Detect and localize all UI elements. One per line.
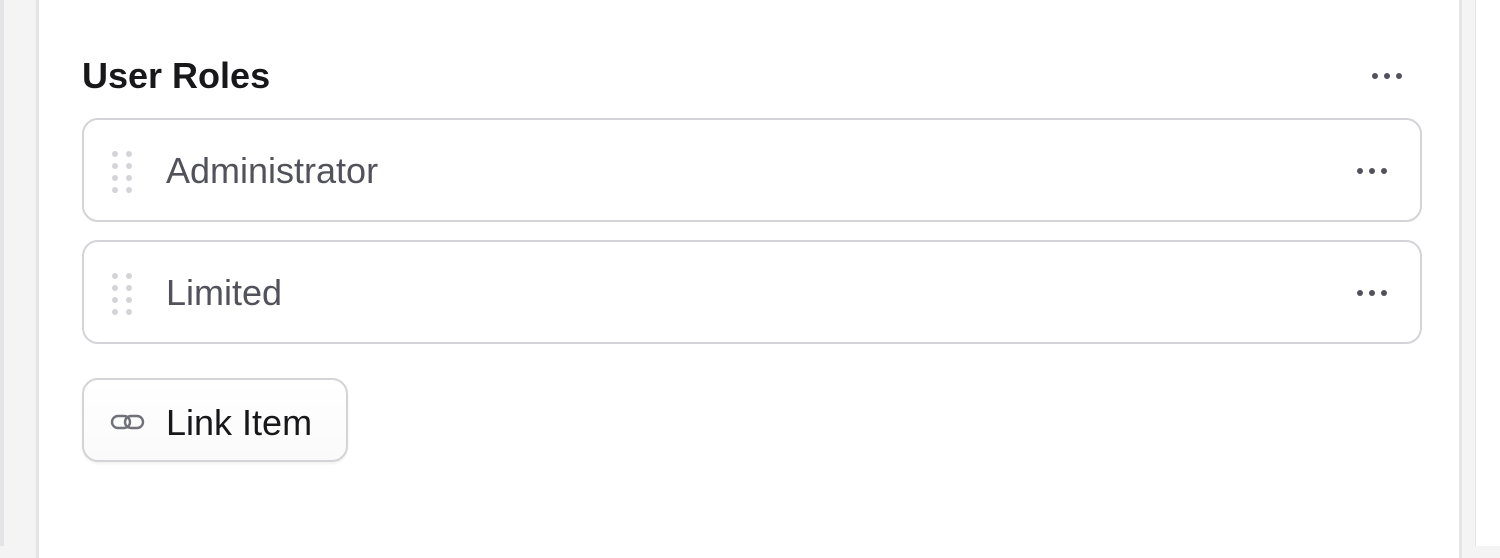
page-edge-right bbox=[1475, 0, 1500, 546]
section-title: User Roles bbox=[82, 55, 271, 96]
link-icon bbox=[110, 414, 145, 430]
drag-handle-icon[interactable] bbox=[112, 151, 134, 193]
role-label[interactable]: Limited bbox=[166, 270, 282, 316]
list-item-role-limited[interactable]: Limited bbox=[82, 240, 1422, 344]
ellipsis-horizontal-icon bbox=[1357, 168, 1387, 174]
role-list: Administrator Limited bbox=[82, 118, 1422, 362]
role-label[interactable]: Administrator bbox=[166, 148, 378, 194]
user-roles-panel: User Roles Administrator Limited Link It… bbox=[36, 0, 1462, 558]
ellipsis-horizontal-icon bbox=[1372, 73, 1402, 79]
row-more-button[interactable] bbox=[1352, 278, 1392, 308]
drag-handle-icon[interactable] bbox=[112, 273, 134, 315]
row-more-button[interactable] bbox=[1352, 156, 1392, 186]
link-item-button[interactable]: Link Item bbox=[82, 378, 348, 462]
section-more-button[interactable] bbox=[1363, 60, 1411, 92]
page-edge-left bbox=[0, 0, 4, 546]
list-item-role-administrator[interactable]: Administrator bbox=[82, 118, 1422, 222]
ellipsis-horizontal-icon bbox=[1357, 290, 1387, 296]
link-item-label: Link Item bbox=[166, 402, 313, 443]
